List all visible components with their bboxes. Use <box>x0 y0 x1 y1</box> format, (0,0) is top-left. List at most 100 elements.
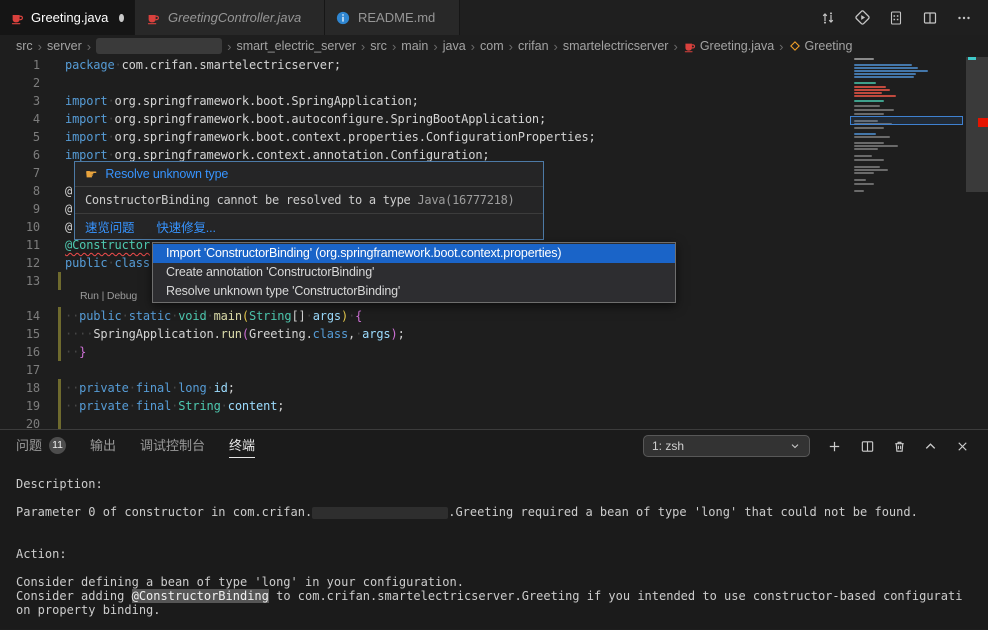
tab-readme-md[interactable]: README.md <box>325 0 460 35</box>
line-number: 7 <box>0 164 40 182</box>
new-terminal-icon[interactable] <box>823 435 845 457</box>
terminal-shell-value: 1: zsh <box>652 439 684 453</box>
breadcrumb-label: src <box>16 39 33 53</box>
terminal-text: Description: <box>16 477 103 491</box>
maximize-panel-icon[interactable] <box>919 435 941 457</box>
quickfix-menu: Import 'ConstructorBinding' (org.springf… <box>152 242 676 303</box>
terminal-text: Consider defining a bean of type 'long' … <box>16 575 464 589</box>
breadcrumb-separator: › <box>509 39 513 54</box>
bottom-panel: 问题 11 输出 调试控制台 终端 1: zsh <box>0 429 988 629</box>
breadcrumb-label: java <box>443 39 466 53</box>
minimap[interactable] <box>850 57 966 429</box>
panel-tab-debug-console[interactable]: 调试控制台 <box>140 430 205 461</box>
code-line[interactable]: 15····SpringApplication.run(Greeting.cla… <box>0 325 850 343</box>
code-line[interactable]: 3import·org.springframework.boot.SpringA… <box>0 92 850 110</box>
code-text: @ <box>65 182 72 200</box>
terminal-output[interactable]: Description:Parameter 0 of constructor i… <box>0 461 988 630</box>
code-line[interactable]: 14··public·static·void·main(String[]·arg… <box>0 307 850 325</box>
breadcrumb-item[interactable]: src <box>16 39 33 53</box>
breadcrumb-item[interactable]: smart_electric_server <box>236 39 355 53</box>
terminal-text: .Greeting required a bean of type 'long'… <box>448 505 918 519</box>
breadcrumb-item[interactable]: server <box>47 39 82 53</box>
quickfix-item[interactable]: Import 'ConstructorBinding' (org.springf… <box>153 244 675 263</box>
tab-greetingcontroller-java[interactable]: GreetingController.java <box>135 0 325 35</box>
breadcrumb-item[interactable]: src <box>370 39 387 53</box>
hover-message-row: ConstructorBinding cannot be resolved to… <box>75 187 543 214</box>
quickfix-item[interactable]: Create annotation 'ConstructorBinding' <box>153 263 675 282</box>
code-text: @ <box>65 200 72 218</box>
split-editor-icon[interactable] <box>920 8 940 28</box>
panel-tab-terminal[interactable]: 终端 <box>229 430 255 461</box>
codelens-run-debug[interactable]: Run | Debug <box>80 290 137 306</box>
breadcrumb-item[interactable]: crifan <box>518 39 549 53</box>
code-line[interactable]: 16··} <box>0 343 850 361</box>
code-editor[interactable]: Run | Debug ☛ Resolve unknown type Const… <box>0 57 988 429</box>
line-number: 1 <box>0 57 40 74</box>
minimap-line <box>854 70 928 72</box>
terminal-line <box>16 519 988 533</box>
peek-problem-link[interactable]: 速览问题 <box>85 217 134 236</box>
breadcrumb-item[interactable]: main <box>401 39 428 53</box>
code-line[interactable]: 4 import·org.springframework.boot.autocon… <box>0 110 850 128</box>
quickfix-item[interactable]: Resolve unknown type 'ConstructorBinding… <box>153 282 675 301</box>
code-line[interactable]: 19··private·final·String·content; <box>0 397 850 415</box>
kill-terminal-icon[interactable] <box>888 435 910 457</box>
minimap-line <box>854 113 884 115</box>
code-line[interactable]: 20 <box>0 415 850 429</box>
code-line[interactable]: 1package·com.crifan.smartelectricserver; <box>0 57 850 74</box>
breadcrumb-label: crifan <box>518 39 549 53</box>
minimap-line <box>854 159 884 161</box>
tab-label: GreetingController.java <box>168 10 301 25</box>
more-actions-icon[interactable] <box>954 8 974 28</box>
panel-tab-output[interactable]: 输出 <box>90 430 116 461</box>
breadcrumb-item-redacted[interactable] <box>96 38 222 54</box>
code-text: import·org.springframework.boot.autoconf… <box>65 110 546 128</box>
minimap-line <box>854 89 890 91</box>
breadcrumb-label: src <box>370 39 387 53</box>
minimap-line <box>854 92 882 94</box>
breadcrumb-separator: › <box>87 39 91 54</box>
code-line[interactable]: 18··private·final·long·id; <box>0 379 850 397</box>
breadcrumb-item[interactable]: com <box>480 39 504 53</box>
breadcrumb-item[interactable]: java <box>443 39 466 53</box>
terminal-shell-select[interactable]: 1: zsh <box>643 435 810 457</box>
minimap-line <box>854 142 884 144</box>
line-number: 14 <box>0 307 40 325</box>
line-number: 20 <box>0 415 40 429</box>
close-panel-icon[interactable] <box>951 435 973 457</box>
line-number: 4 <box>0 110 40 128</box>
resolve-unknown-type-link[interactable]: Resolve unknown type <box>105 167 228 181</box>
split-terminal-icon[interactable] <box>856 435 878 457</box>
modified-change-bar <box>58 343 61 361</box>
overview-ruler-error-mark <box>978 118 988 127</box>
breadcrumb-item[interactable]: Greeting <box>789 39 853 53</box>
terminal-line <box>16 533 988 547</box>
editor-scrollbar[interactable] <box>966 57 988 429</box>
panel-tab-problems[interactable]: 问题 11 <box>16 430 66 461</box>
panel-tab-label: 终端 <box>229 430 255 461</box>
panel-tab-bar: 问题 11 输出 调试控制台 终端 1: zsh <box>0 430 988 461</box>
minimap-line <box>854 127 884 129</box>
editor-actions <box>818 0 988 35</box>
tab-greeting-java[interactable]: Greeting.java <box>0 0 135 35</box>
breadcrumb-item[interactable]: smartelectricserver <box>563 39 669 53</box>
code-line[interactable]: 5import·org.springframework.boot.context… <box>0 128 850 146</box>
java-file-icon <box>683 40 696 53</box>
code-line[interactable]: 2 <box>0 74 850 92</box>
open-changes-icon[interactable] <box>818 8 838 28</box>
line-number: 8 <box>0 182 40 200</box>
binary-file-icon[interactable] <box>886 8 906 28</box>
breadcrumb-separator: › <box>433 39 437 54</box>
run-or-debug-icon[interactable] <box>852 8 872 28</box>
breadcrumb-item[interactable]: Greeting.java <box>683 39 774 53</box>
terminal-line: on property binding. <box>16 603 988 617</box>
minimap-selection-band <box>850 116 963 125</box>
breadcrumb-label: smart_electric_server <box>236 39 355 53</box>
modified-dot-icon[interactable] <box>119 14 124 22</box>
minimap-line <box>854 109 894 111</box>
line-number: 12 <box>0 254 40 272</box>
code-line[interactable]: 17 <box>0 361 850 379</box>
code-text: public·class <box>65 254 150 272</box>
code-text: import·org.springframework.boot.SpringAp… <box>65 92 419 110</box>
quick-fix-link[interactable]: 快速修复... <box>156 217 215 236</box>
